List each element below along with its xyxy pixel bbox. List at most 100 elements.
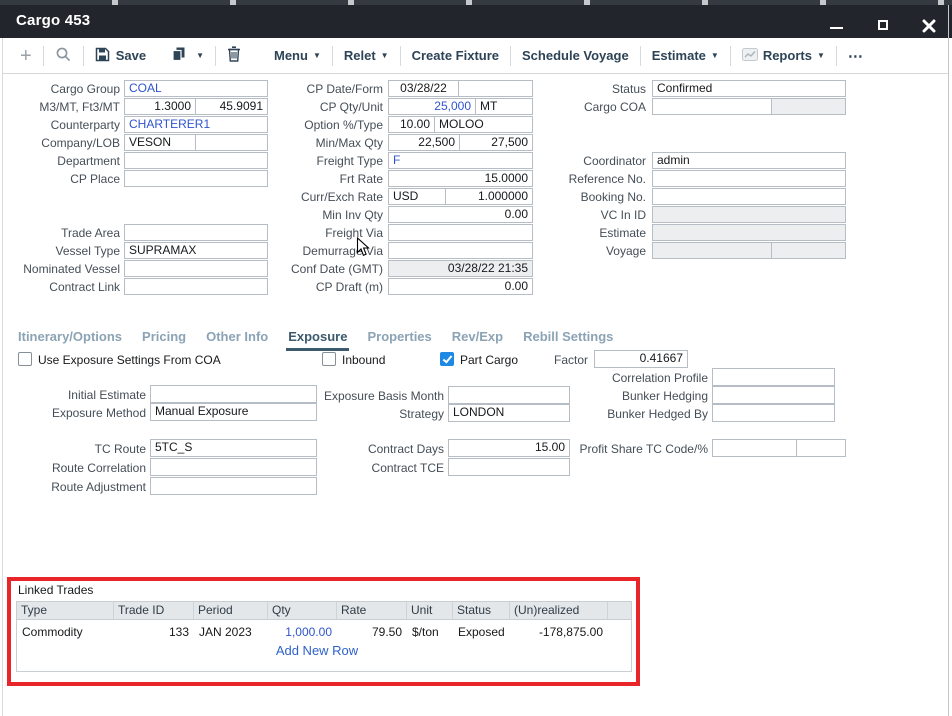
profit-share-label: Profit Share TC Code/% (550, 442, 708, 457)
bunker-hedging-field[interactable] (712, 386, 835, 404)
initial-estimate-field[interactable] (150, 385, 317, 403)
column-header-filler (608, 602, 631, 619)
profit-share-code-field[interactable] (712, 439, 797, 457)
route-adjustment-field[interactable] (150, 477, 317, 495)
reference-no-label: Reference No. (518, 172, 646, 187)
cell-qty-link[interactable]: 1,000.00 (268, 625, 337, 641)
reference-no-field[interactable] (652, 170, 846, 187)
cargo-group-field[interactable]: COAL (124, 80, 268, 97)
search-button[interactable] (55, 46, 72, 66)
menu-button[interactable]: Menu ▼ (274, 48, 321, 63)
part-cargo-checkbox[interactable] (440, 352, 454, 366)
option-type-field[interactable]: MOLOO (434, 116, 533, 133)
copy-button[interactable]: ▼ (171, 46, 204, 65)
column-header-qty[interactable]: Qty (268, 602, 337, 619)
table-row: Commodity 133 JAN 2023 1,000.00 79.50 $/… (17, 625, 631, 641)
freight-via-field[interactable] (388, 224, 533, 241)
m3mt-label: M3/MT, Ft3/MT (10, 100, 120, 115)
cp-qty-field[interactable]: 25,000 (388, 98, 476, 115)
frt-rate-field[interactable]: 15.0000 (388, 170, 533, 187)
trade-area-field[interactable] (124, 224, 268, 241)
curr-field[interactable]: USD (388, 188, 446, 205)
window-left-border (2, 38, 3, 716)
chevron-down-icon: ▼ (196, 51, 204, 60)
bunker-hedged-by-field[interactable] (712, 404, 835, 422)
tab-pricing[interactable]: Pricing (140, 328, 188, 351)
schedule-voyage-button[interactable]: Schedule Voyage (522, 48, 629, 63)
vessel-type-field[interactable]: SUPRAMAX (124, 242, 268, 259)
m3mt-field-1[interactable]: 1.3000 (124, 98, 196, 115)
more-button[interactable]: ⋯ (848, 47, 864, 65)
estimate-field (652, 224, 846, 241)
status-field[interactable]: Confirmed (652, 80, 846, 97)
tc-route-field[interactable]: 5TC_S (150, 439, 317, 457)
reports-button[interactable]: Reports ▼ (742, 48, 825, 64)
chevron-down-icon: ▼ (313, 51, 321, 60)
estimate-button[interactable]: Estimate ▼ (652, 48, 719, 63)
linked-trades-header: Type Trade ID Period Qty Rate Unit Statu… (17, 602, 631, 620)
save-button[interactable]: Save (95, 47, 146, 65)
cp-qty-unit-label: CP Qty/Unit (255, 100, 383, 115)
cargo-group-label: Cargo Group (10, 82, 120, 97)
nominated-vessel-field[interactable] (124, 260, 268, 277)
strategy-field[interactable]: LONDON (448, 404, 570, 422)
correlation-profile-field[interactable] (712, 368, 835, 386)
booking-no-field[interactable] (652, 188, 846, 205)
column-header-status[interactable]: Status (453, 602, 510, 619)
relet-button[interactable]: Relet ▼ (344, 48, 389, 63)
booking-no-label: Booking No. (518, 190, 646, 205)
column-header-trade-id[interactable]: Trade ID (114, 602, 194, 619)
use-coa-checkbox[interactable] (18, 352, 32, 366)
column-header-unit[interactable]: Unit (407, 602, 453, 619)
cargo-coa-field-1[interactable] (652, 98, 772, 115)
contract-link-field[interactable] (124, 278, 268, 295)
column-header-period[interactable]: Period (194, 602, 268, 619)
tab-other-info[interactable]: Other Info (204, 328, 270, 351)
minimize-icon[interactable] (830, 27, 843, 29)
route-correlation-field[interactable] (150, 458, 317, 476)
delete-button[interactable] (227, 46, 241, 65)
window-right-border (948, 5, 949, 716)
cp-place-field[interactable] (124, 170, 268, 187)
cp-date-form-label: CP Date/Form (255, 82, 383, 97)
column-header-type[interactable]: Type (17, 602, 114, 619)
tab-properties[interactable]: Properties (365, 328, 433, 351)
profit-share-pct-field[interactable] (796, 439, 846, 457)
column-header-unrealized[interactable]: (Un)realized (510, 602, 608, 619)
strategy-label: Strategy (300, 407, 444, 422)
department-field[interactable] (124, 152, 268, 169)
min-qty-field[interactable]: 22,500 (388, 134, 460, 151)
contract-tce-field[interactable] (448, 458, 570, 476)
max-qty-field[interactable]: 27,500 (459, 134, 533, 151)
maximize-icon[interactable] (878, 20, 888, 30)
tab-rev-exp[interactable]: Rev/Exp (450, 328, 505, 351)
create-fixture-button[interactable]: Create Fixture (412, 48, 499, 63)
freight-type-field[interactable]: F (388, 152, 533, 169)
vessel-type-label: Vessel Type (10, 244, 120, 259)
mouse-cursor-icon (356, 237, 370, 262)
option-pct-field[interactable]: 10.00 (388, 116, 435, 133)
add-button[interactable]: + (20, 47, 32, 65)
cell-unit: $/ton (407, 625, 453, 641)
exposure-method-field[interactable]: Manual Exposure (150, 403, 317, 421)
correlation-profile-label: Correlation Profile (560, 371, 708, 386)
cp-date-field[interactable]: 03/28/22 (388, 80, 459, 97)
counterparty-field[interactable]: CHARTERER1 (124, 116, 268, 133)
company-field[interactable]: VESON (124, 134, 196, 151)
tab-itinerary-options[interactable]: Itinerary/Options (16, 328, 124, 351)
demurrage-via-field[interactable] (388, 242, 533, 259)
department-label: Department (10, 154, 120, 169)
tab-rebill-settings[interactable]: Rebill Settings (521, 328, 615, 351)
factor-field[interactable]: 0.41667 (594, 350, 688, 368)
min-inv-qty-field[interactable]: 0.00 (388, 206, 533, 223)
exposure-basis-month-field[interactable] (448, 386, 570, 404)
inbound-checkbox[interactable] (322, 352, 336, 366)
cp-draft-field[interactable]: 0.00 (388, 278, 533, 295)
tab-exposure[interactable]: Exposure (286, 328, 349, 351)
add-new-row-link[interactable]: Add New Row (207, 643, 427, 658)
option-pct-type-label: Option %/Type (255, 118, 383, 133)
window-title: Cargo 453 (16, 12, 90, 29)
coordinator-field[interactable]: admin (652, 152, 846, 169)
column-header-rate[interactable]: Rate (337, 602, 407, 619)
close-icon[interactable] (922, 19, 936, 33)
